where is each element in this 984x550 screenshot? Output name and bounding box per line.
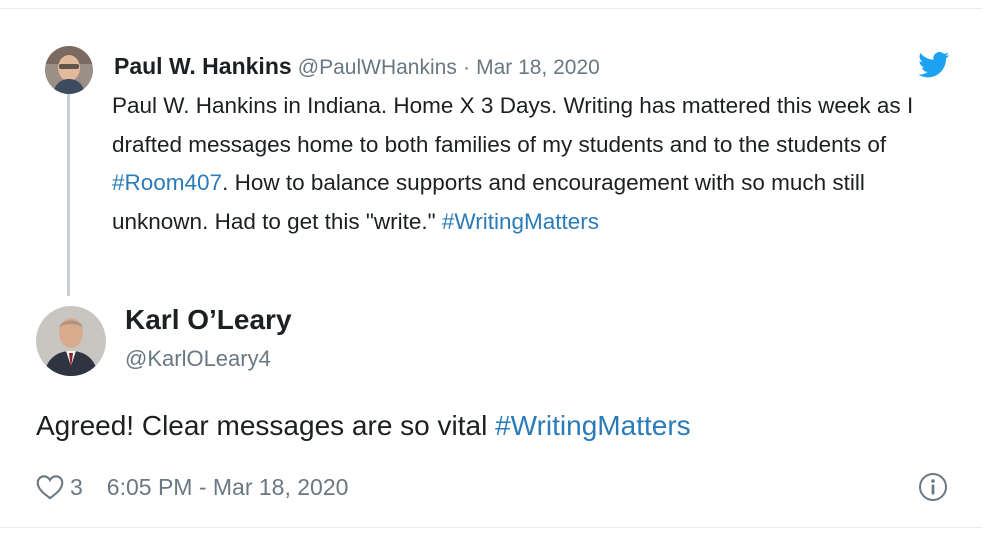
quoted-tweet-header: Paul W. Hankins @PaulWHankins · Mar 18, …: [114, 52, 600, 80]
karl-oleary-avatar[interactable]: [36, 306, 106, 376]
like-count[interactable]: 3: [70, 474, 83, 501]
quoted-tweet-date[interactable]: Mar 18, 2020: [476, 56, 600, 79]
reply-text: Agreed! Clear messages are so vital: [36, 410, 496, 441]
tweet-footer: 3 6:05 PM - Mar 18, 2020: [36, 470, 348, 504]
info-icon[interactable]: [918, 472, 948, 507]
hashtag-writingmatters-quoted[interactable]: #WritingMatters: [442, 209, 599, 234]
reply-tweet-text: Agreed! Clear messages are so vital #Wri…: [36, 404, 691, 448]
quoted-tweet-text: Paul W. Hankins in Indiana. Home X 3 Day…: [112, 87, 952, 241]
quoted-author-handle[interactable]: @PaulWHankins: [298, 56, 457, 79]
thread-line: [67, 94, 70, 296]
quoted-text-part-1: Paul W. Hankins in Indiana. Home X 3 Day…: [112, 93, 914, 157]
embedded-tweet-card: [0, 8, 982, 528]
reply-author-handle[interactable]: @KarlOLeary4: [125, 342, 271, 376]
quoted-author-name[interactable]: Paul W. Hankins: [114, 53, 292, 79]
twitter-bird-icon[interactable]: [918, 52, 950, 83]
hashtag-writingmatters-reply[interactable]: #WritingMatters: [495, 410, 691, 441]
reply-author-name[interactable]: Karl O’Leary: [125, 300, 292, 340]
header-separator: ·: [462, 56, 470, 79]
tweet-timestamp[interactable]: 6:05 PM - Mar 18, 2020: [107, 474, 349, 501]
hashtag-room407[interactable]: #Room407: [112, 170, 222, 195]
paul-hankins-avatar[interactable]: [45, 46, 93, 94]
heart-icon[interactable]: [36, 474, 64, 500]
